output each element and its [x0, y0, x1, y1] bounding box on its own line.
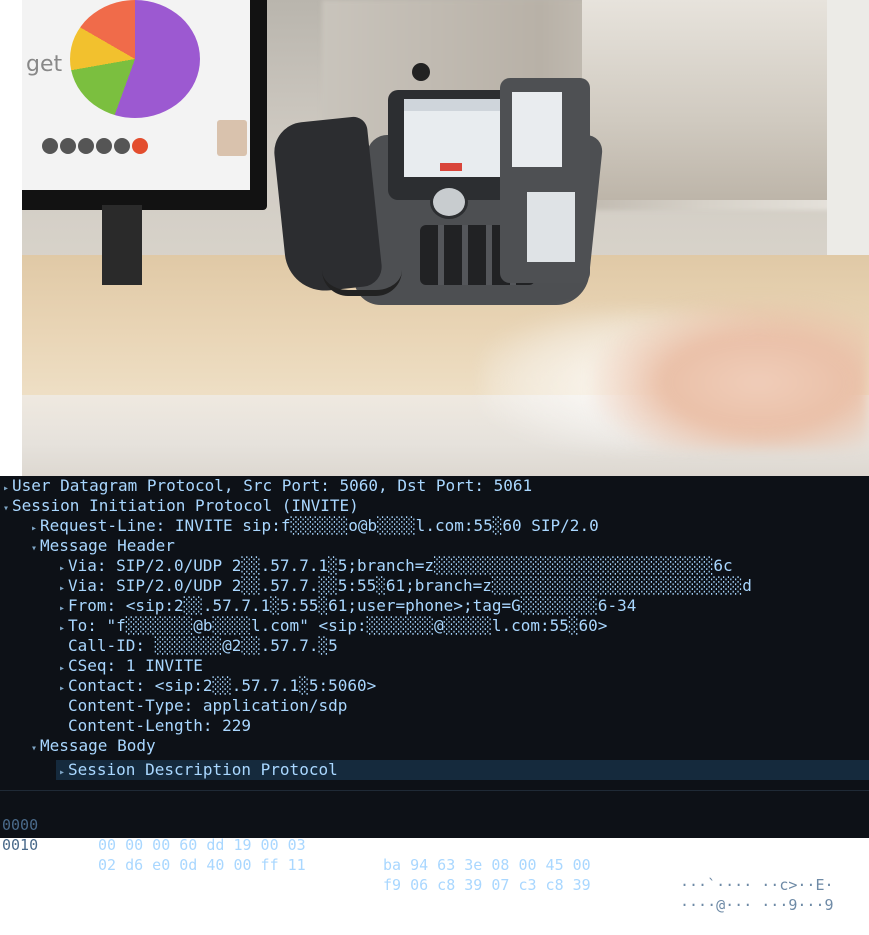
row-text: From: <sip:2░░.57.7.1░5:55░61;user=phone…: [68, 596, 637, 615]
monitor-screen: get: [22, 0, 250, 190]
expand-arrow-icon[interactable]: ▸: [56, 763, 68, 783]
packet-details-pane: ▸ User Datagram Protocol, Src Port: 5060,…: [0, 476, 869, 790]
collapse-arrow-icon[interactable]: ▾: [28, 539, 40, 559]
tree-row-message-body[interactable]: ▾ Message Body: [28, 736, 156, 756]
row-text: Content-Length: 229: [68, 716, 252, 735]
tree-row-from[interactable]: ▸ From: <sip:2░░.57.7.1░5:55░61;user=phon…: [56, 596, 636, 616]
hex-bytes-group-2[interactable]: f9 06 c8 39 07 c3 c8 39: [383, 875, 591, 895]
row-text: Contact: <sip:2░░.57.7.1░5:5060>: [68, 676, 377, 695]
row-text: Via: SIP/2.0/UDP 2░░.57.7.░░5:55░61;bran…: [68, 576, 752, 595]
tree-row-contact[interactable]: ▸ Contact: <sip:2░░.57.7.1░5:5060>: [56, 676, 376, 696]
bytes-row[interactable]: 0010 02 d6 e0 0d 40 00 ff 11 f9 06 c8 39…: [0, 815, 869, 914]
monitor-text: get: [26, 52, 63, 77]
collapse-arrow-icon[interactable]: ▾: [28, 739, 40, 759]
row-text: Message Body: [40, 736, 156, 755]
row-text: Message Header: [40, 536, 175, 555]
tree-row-sdp-selected[interactable]: ▸ Session Description Protocol: [56, 760, 869, 780]
tree-row-to[interactable]: ▸ To: "f░░░░░░░@b░░░░l.com" <sip:░░░░░░░@…: [56, 616, 607, 636]
background-shelf: [582, 0, 869, 200]
monitor-dots: [42, 138, 148, 154]
expansion-screen-bottom: [527, 192, 575, 262]
row-text: Via: SIP/2.0/UDP 2░░.57.7.1░5;branch=z░░…: [68, 556, 733, 575]
tree-row-via-2[interactable]: ▸ Via: SIP/2.0/UDP 2░░.57.7.░░5:55░61;bra…: [56, 576, 752, 596]
tree-row-content-type[interactable]: Content-Type: application/sdp: [56, 696, 347, 716]
ascii-bytes[interactable]: ····@··· ···9···9: [680, 895, 834, 915]
row-text: Call-ID: ░░░░░░░@2░░.57.7.░5: [68, 636, 338, 655]
collapse-arrow-icon[interactable]: ▾: [0, 499, 12, 519]
bytes-row[interactable]: 0000 00 00 00 60 dd 19 00 03 ba 94 63 3e…: [0, 795, 869, 894]
phone-end-call-softkey: [440, 163, 462, 171]
phone-screen-header: [404, 99, 504, 111]
tree-row-via-1[interactable]: ▸ Via: SIP/2.0/UDP 2░░.57.7.1░5;branch=z░…: [56, 556, 733, 576]
hand: [592, 300, 869, 450]
packet-bytes-pane: 0000 00 00 00 60 dd 19 00 03 ba 94 63 3e…: [0, 790, 869, 914]
row-text: Request-Line: INVITE sip:f░░░░░░o@b░░░░l…: [40, 516, 599, 535]
hex-bytes-group-1[interactable]: 00 00 00 60 dd 19 00 03: [98, 835, 306, 855]
monitor-stand: [102, 205, 142, 285]
tree-row-content-length[interactable]: Content-Length: 229: [56, 716, 251, 736]
hex-bytes-group-2[interactable]: ba 94 63 3e 08 00 45 00: [383, 855, 591, 875]
phone-nav-ring: [430, 185, 468, 219]
tree-row-cseq[interactable]: ▸ CSeq: 1 INVITE: [56, 656, 203, 676]
row-text: User Datagram Protocol, Src Port: 5060, …: [12, 476, 533, 495]
pie-chart-graphic: [70, 0, 200, 118]
byte-offset: 0010: [2, 836, 39, 854]
row-text: Content-Type: application/sdp: [68, 696, 348, 715]
ascii-bytes[interactable]: ···`···· ··c>··E·: [680, 875, 834, 895]
phone-camera: [412, 63, 430, 81]
row-text: Session Initiation Protocol (INVITE): [12, 496, 359, 515]
hex-bytes-group-1[interactable]: 02 d6 e0 0d 40 00 ff 11: [98, 855, 306, 875]
tree-row-request-line[interactable]: ▸ Request-Line: INVITE sip:f░░░░░░o@b░░░░…: [28, 516, 599, 536]
row-text: To: "f░░░░░░░@b░░░░l.com" <sip:░░░░░░░@░…: [68, 616, 608, 635]
row-text: CSeq: 1 INVITE: [68, 656, 203, 675]
phone-handset: [271, 115, 384, 295]
monitor: get: [22, 0, 267, 210]
expansion-screen-top: [512, 92, 562, 167]
row-text: Session Description Protocol: [68, 760, 338, 779]
tree-row-call-id[interactable]: Call-ID: ░░░░░░░@2░░.57.7.░5: [56, 636, 338, 656]
tree-row-message-header[interactable]: ▾ Message Header: [28, 536, 175, 556]
tree-row-sip[interactable]: ▾ Session Initiation Protocol (INVITE): [0, 496, 359, 516]
video-thumbnail: [217, 120, 247, 156]
tree-row-udp[interactable]: ▸ User Datagram Protocol, Src Port: 5060,…: [0, 476, 532, 496]
photo-desk-phone: get: [22, 0, 869, 476]
